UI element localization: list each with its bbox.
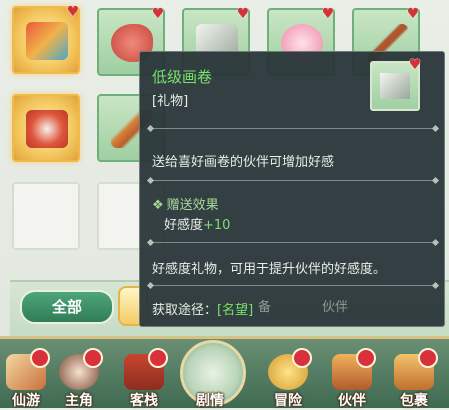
favorite-heart-icon: ♥ xyxy=(406,6,420,22)
nav-label: 仙游 xyxy=(12,393,40,409)
item-kind: [礼物] xyxy=(152,94,189,109)
item-source: 获取途径：[名望] xyxy=(152,299,253,318)
nav-item-story[interactable]: 剧情 xyxy=(184,348,236,409)
item-usage: 好感度礼物，可用于提升伙伴的好感度。 xyxy=(152,262,387,277)
notification-badge xyxy=(292,348,312,368)
favorite-heart-icon: ♥ xyxy=(151,6,165,22)
gift-box-icon xyxy=(26,22,68,60)
scroll-image xyxy=(380,73,410,99)
divider xyxy=(150,180,436,181)
effect-title-text: 赠送效果 xyxy=(166,198,219,213)
nav-item-inn[interactable]: 客栈 xyxy=(118,348,170,409)
nav-label: 客栈 xyxy=(130,393,158,409)
effect-label: 好感度 xyxy=(164,218,204,233)
inventory-slot-1[interactable]: ♥ xyxy=(12,4,80,74)
nav-label: 伙伴 xyxy=(338,393,366,409)
item-description: 送给喜好画卷的伙伴可增加好感 xyxy=(152,155,335,170)
notification-badge xyxy=(30,348,50,368)
nav-label: 包裹 xyxy=(400,393,428,409)
effect-line: 好感度+10 xyxy=(164,214,230,233)
favorite-heart-icon: ♥ xyxy=(408,57,422,73)
favorite-heart-icon: ♥ xyxy=(236,6,250,22)
notification-badge xyxy=(83,348,103,368)
nav-item-xianyou[interactable]: 仙游 xyxy=(0,348,52,409)
notification-badge xyxy=(418,348,438,368)
nav-item-companion[interactable]: 伙伴 xyxy=(326,348,378,409)
divider xyxy=(150,285,436,286)
nav-item-adventure[interactable]: 冒险 xyxy=(262,348,314,409)
armor-icon xyxy=(26,110,68,148)
notification-badge xyxy=(148,348,168,368)
effect-title: ❖ 赠送效果 xyxy=(152,194,219,213)
nav-label: 主角 xyxy=(65,393,93,409)
nav-item-hero[interactable]: 主角 xyxy=(53,348,105,409)
favorite-heart-icon: ♥ xyxy=(66,4,80,20)
nav-item-bag[interactable]: 包裹 xyxy=(388,348,440,409)
filter-all-button[interactable]: 全部 xyxy=(20,290,114,324)
painting-scroll-icon: ♥ xyxy=(370,57,422,111)
nav-label: 剧情 xyxy=(196,393,224,409)
ghost-filter-label: 备 xyxy=(258,300,272,315)
item-tooltip: 低级画卷 [礼物] ♥ 送给喜好画卷的伙伴可增加好感 ❖ 赠送效果 好感度+10 … xyxy=(139,51,445,327)
diamond-bullet-icon: ❖ xyxy=(152,198,164,213)
divider xyxy=(150,242,436,243)
ghost-filter-label: 伙伴 xyxy=(322,300,349,315)
source-label: 获取途径： xyxy=(152,303,218,318)
divider xyxy=(150,128,436,129)
favorite-heart-icon: ♥ xyxy=(321,6,335,22)
effect-value: +10 xyxy=(203,218,231,233)
source-link[interactable]: [名望] xyxy=(217,303,253,318)
nav-label: 冒险 xyxy=(274,393,302,409)
notification-badge xyxy=(356,348,376,368)
item-name: 低级画卷 xyxy=(152,68,213,86)
inventory-slot-6[interactable] xyxy=(12,94,80,162)
